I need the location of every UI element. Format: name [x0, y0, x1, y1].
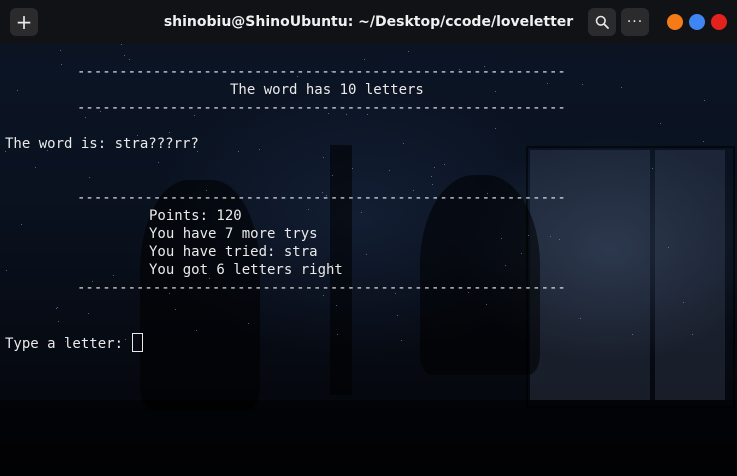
correct-letters-line: You got 6 letters right	[149, 262, 343, 278]
terminal-output[interactable]: ----------------------------------------…	[0, 44, 737, 476]
input-prompt-label: Type a letter:	[5, 336, 124, 352]
close-button[interactable]	[711, 14, 727, 30]
search-button[interactable]	[588, 8, 616, 36]
tries-left-line: You have 7 more trys	[149, 226, 318, 242]
separator-line: ----------------------------------------…	[77, 280, 566, 296]
separator-line: ----------------------------------------…	[77, 100, 566, 116]
word-progress-line: The word is: stra???rr?	[5, 136, 199, 152]
plus-icon: +	[15, 10, 33, 34]
terminal-window: + shinobiu@ShinoUbuntu: ~/Desktop/ccode/…	[0, 0, 737, 476]
separator-line: ----------------------------------------…	[77, 64, 566, 80]
new-tab-button[interactable]: +	[10, 8, 38, 36]
minimize-button[interactable]	[667, 14, 683, 30]
search-icon	[595, 15, 609, 29]
input-prompt-line[interactable]: Type a letter:	[5, 333, 144, 353]
title-bar: + shinobiu@ShinoUbuntu: ~/Desktop/ccode/…	[0, 0, 737, 44]
text-cursor	[132, 333, 144, 352]
separator-line: ----------------------------------------…	[77, 190, 566, 206]
tried-letters-line: You have tried: stra	[149, 244, 318, 260]
maximize-button[interactable]	[689, 14, 705, 30]
points-line: Points: 120	[149, 208, 242, 224]
word-length-line: The word has 10 letters	[230, 82, 424, 98]
more-options-icon: ···	[626, 14, 644, 30]
menu-button[interactable]: ···	[621, 8, 649, 36]
